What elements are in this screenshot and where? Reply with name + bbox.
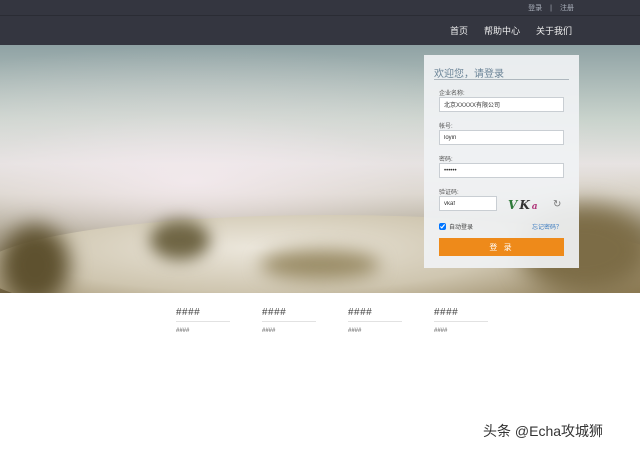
feature-column: #### #### [176, 307, 230, 334]
login-title-divider [434, 79, 569, 80]
feature-text: #### [348, 328, 362, 334]
account-input[interactable] [439, 130, 564, 145]
main-nav: 首页 帮助中心 关于我们 [450, 24, 572, 37]
top-link-separator: | [550, 4, 552, 12]
captcha-input[interactable] [439, 196, 497, 211]
header: 登录 | 注册 首页 帮助中心 关于我们 [0, 0, 640, 45]
feature-divider [262, 321, 316, 322]
register-link[interactable]: 注册 [560, 3, 574, 13]
feature-text: #### [176, 328, 190, 334]
feature-column: #### #### [348, 307, 402, 334]
login-title: 欢迎您，请登录 [434, 69, 504, 80]
password-label: 密码: [439, 157, 453, 163]
feature-divider [348, 321, 402, 322]
nav-item-about-us[interactable]: 关于我们 [536, 24, 572, 37]
feature-divider [176, 321, 230, 322]
feature-column: #### #### [434, 307, 488, 334]
feature-title: #### [434, 307, 459, 318]
login-link[interactable]: 登录 [528, 3, 542, 13]
nav-item-help-center[interactable]: 帮助中心 [484, 24, 520, 37]
feature-divider [434, 321, 488, 322]
remember-me[interactable]: 自动登录 [439, 222, 473, 231]
top-links: 登录 | 注册 [528, 3, 574, 13]
captcha-label: 验证码: [439, 190, 459, 196]
forgot-password-link[interactable]: 忘记密码？ [532, 222, 562, 231]
captcha-char: K [519, 198, 532, 212]
feature-text: #### [262, 328, 276, 334]
feature-title: #### [348, 307, 373, 318]
hero-shrub [260, 250, 380, 280]
remember-label: 自动登录 [449, 225, 474, 231]
top-bar: 登录 | 注册 [0, 0, 640, 16]
hero-shrub [150, 220, 210, 260]
remember-checkbox[interactable] [439, 223, 446, 230]
feature-column: #### #### [262, 307, 316, 334]
feature-title: #### [262, 307, 287, 318]
company-label: 企业名称: [439, 91, 465, 97]
account-label: 帐号: [439, 124, 453, 130]
watermark: 头条 @Echa攻城狮 [483, 423, 604, 439]
login-button[interactable]: 登 录 [439, 238, 564, 256]
captcha-image[interactable]: VKa [508, 198, 546, 214]
captcha-char: a [531, 202, 540, 212]
password-input[interactable] [439, 163, 564, 178]
captcha-char: V [508, 198, 520, 212]
company-input[interactable] [439, 97, 564, 112]
refresh-icon[interactable]: ↻ [553, 199, 561, 210]
login-panel: 欢迎您，请登录 企业名称: 帐号: 密码: 验证码: VKa ↻ 自动登录 忘记… [424, 55, 579, 268]
nav-item-home[interactable]: 首页 [450, 24, 468, 37]
feature-text: #### [434, 328, 448, 334]
feature-title: #### [176, 307, 201, 318]
